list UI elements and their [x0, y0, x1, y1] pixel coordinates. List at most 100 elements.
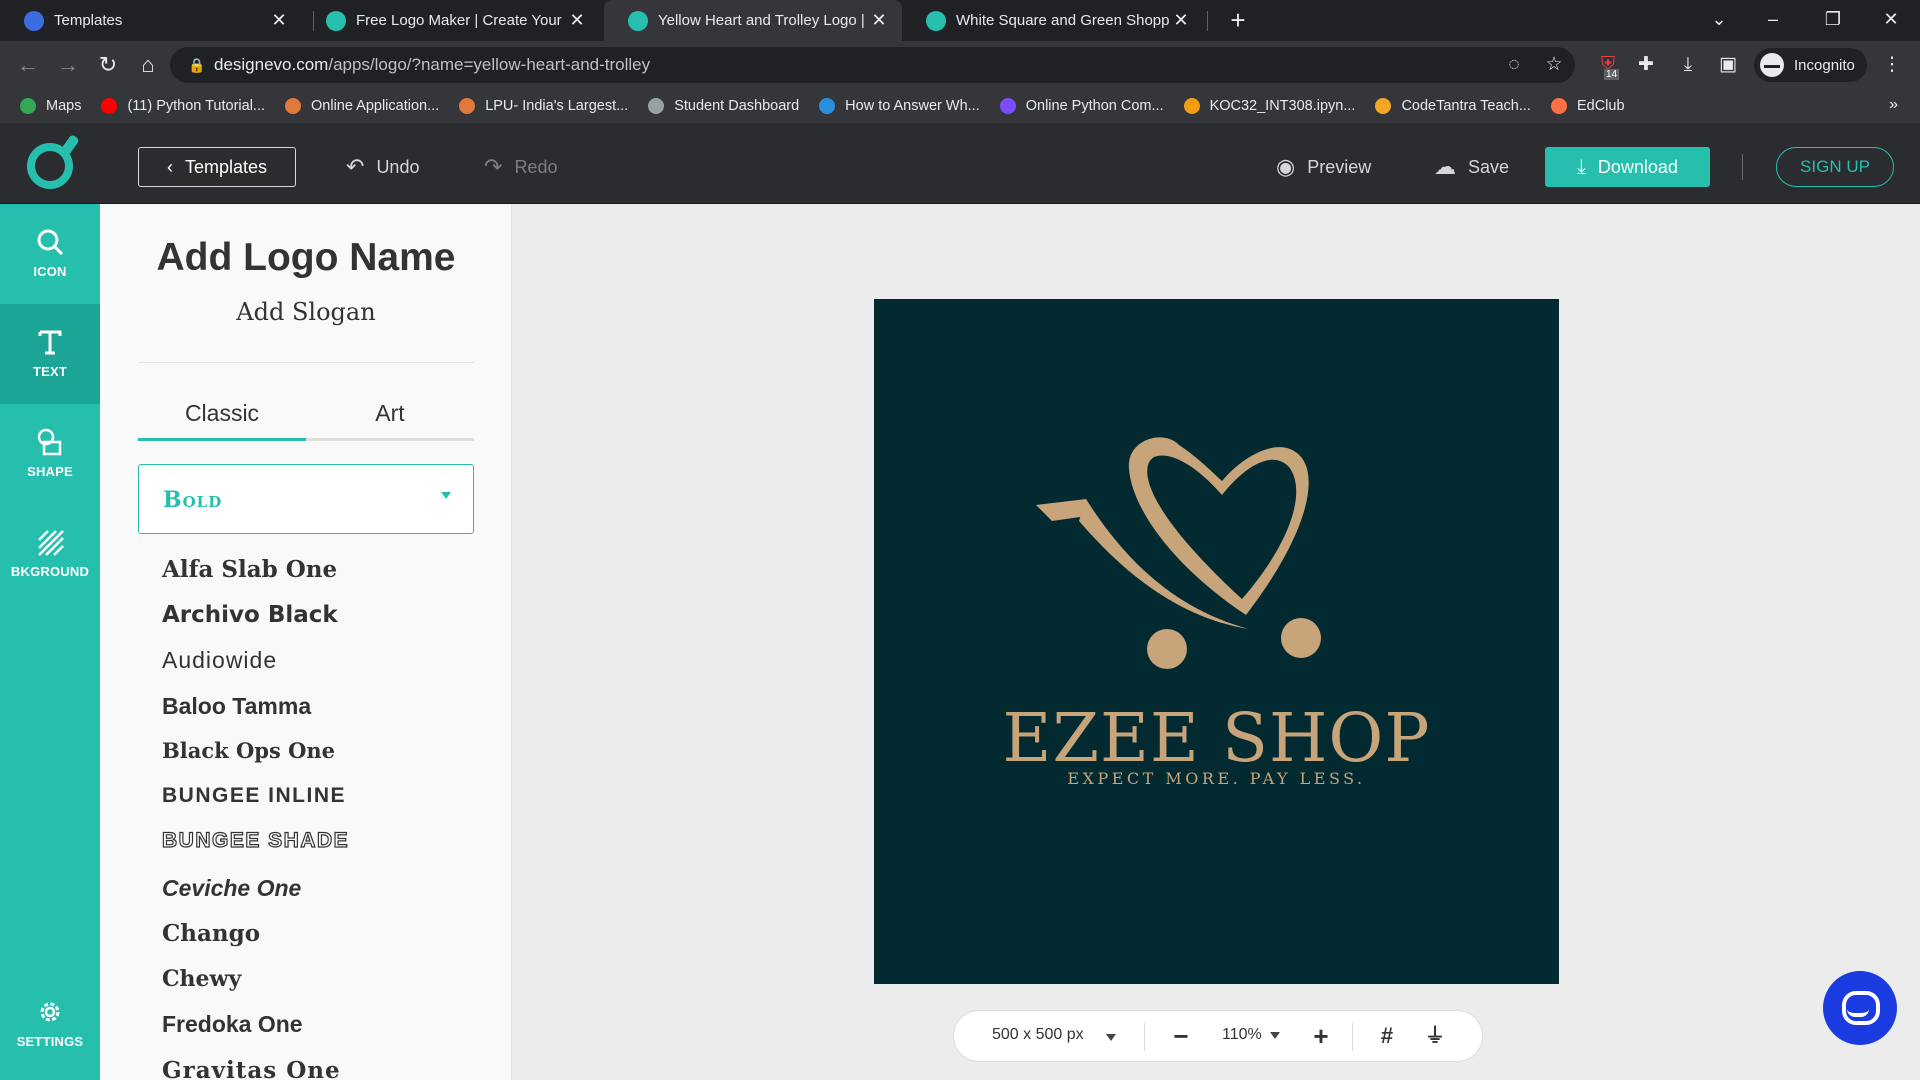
- bookmark-star-icon[interactable]: ☆: [1538, 49, 1570, 81]
- font-item[interactable]: Archivo Black: [162, 602, 349, 648]
- font-item[interactable]: Fredoka One: [162, 1011, 349, 1057]
- rail-item-icon[interactable]: ICON: [0, 204, 100, 304]
- more-bookmarks-chevron-icon[interactable]: »: [1889, 96, 1898, 114]
- restore-window-button[interactable]: ❐: [1806, 0, 1860, 41]
- download-icon[interactable]: ⤓: [1672, 49, 1704, 81]
- toolbar-divider: [1352, 1023, 1353, 1051]
- download-button[interactable]: ⤓ Download: [1545, 147, 1710, 187]
- side-panel-icon[interactable]: ▣: [1712, 49, 1744, 81]
- rail-label: BKGROUND: [10, 564, 90, 579]
- home-icon[interactable]: ⌂: [132, 49, 164, 81]
- browser-tab-white-square[interactable]: White Square and Green Shoppin ✕: [902, 0, 1204, 41]
- rail-label: SHAPE: [27, 464, 73, 479]
- templates-button[interactable]: ‹ Templates: [138, 147, 296, 187]
- edclub-icon: [1550, 98, 1567, 114]
- font-item[interactable]: Gravitas One: [162, 1057, 349, 1080]
- caret-down-icon: [441, 492, 451, 499]
- lpu-icon: [285, 98, 302, 114]
- tab-search-chevron-icon[interactable]: ⌄: [1692, 0, 1746, 41]
- browser-tab-templates[interactable]: Templates ✕: [0, 0, 302, 41]
- caret-down-icon[interactable]: [1270, 1032, 1280, 1039]
- preview-button[interactable]: ◉ Preview: [1276, 147, 1371, 187]
- align-center-icon[interactable]: ⏚: [1420, 1021, 1450, 1051]
- bookmark-item[interactable]: LPU- India's Largest...: [459, 98, 628, 114]
- rail-item-background[interactable]: BKGROUND: [0, 504, 100, 604]
- undo-button[interactable]: ↶ Undo: [346, 147, 419, 187]
- design-stage: EZEE SHOP EXPECT MORE. PAY LESS. 500 x 5…: [512, 204, 1920, 1080]
- tab-art[interactable]: Art: [306, 400, 474, 427]
- tab-classic[interactable]: Classic: [138, 400, 306, 427]
- close-tab-icon[interactable]: ✕: [1170, 10, 1192, 31]
- url-domain: designevo.com: [214, 55, 329, 74]
- rail-item-text[interactable]: TEXT: [0, 304, 100, 404]
- font-item[interactable]: BUNGEE INLINE: [162, 784, 349, 830]
- bookmark-item[interactable]: CodeTantra Teach...: [1375, 98, 1531, 114]
- incognito-icon: [1760, 53, 1784, 77]
- bookmark-item[interactable]: Maps: [20, 98, 81, 114]
- caret-down-icon[interactable]: [1106, 1034, 1116, 1041]
- signup-button[interactable]: SIGN UP: [1776, 147, 1894, 187]
- tab-title: Templates: [54, 12, 123, 29]
- bookmark-item[interactable]: (11) Python Tutorial...: [101, 98, 265, 114]
- logo-tagline-text[interactable]: EXPECT MORE. PAY LESS.: [874, 769, 1559, 788]
- new-tab-button[interactable]: +: [1222, 4, 1254, 36]
- font-item[interactable]: Ceviche One: [162, 875, 349, 921]
- reload-icon[interactable]: ↻: [92, 49, 124, 81]
- font-item[interactable]: Alfa Slab One: [162, 556, 349, 602]
- rail-item-settings[interactable]: SETTINGS: [0, 974, 100, 1074]
- tab-divider: [1207, 11, 1208, 31]
- lock-icon[interactable]: 🔒: [188, 57, 205, 73]
- chat-support-icon[interactable]: [1823, 971, 1897, 1045]
- globe-icon: [648, 98, 665, 114]
- incognito-profile-button[interactable]: Incognito: [1754, 48, 1867, 82]
- font-item[interactable]: Chewy: [162, 966, 349, 1012]
- font-list: Alfa Slab One Archivo Black Audiowide Ba…: [161, 556, 349, 1080]
- bookmark-item[interactable]: Online Application...: [285, 98, 439, 114]
- font-item[interactable]: Chango: [162, 920, 349, 966]
- extensions-puzzle-icon[interactable]: ✚: [1630, 49, 1662, 81]
- cloud-upload-icon: ☁: [1434, 154, 1456, 179]
- browser-tab-free-logo-maker[interactable]: Free Logo Maker | Create Your Lo ✕: [302, 0, 600, 41]
- rail-item-shape[interactable]: SHAPE: [0, 404, 100, 504]
- more-menu-icon[interactable]: ⋮: [1876, 49, 1908, 81]
- bookmark-label: (11) Python Tutorial...: [127, 98, 266, 114]
- eye-slash-icon[interactable]: ◌: [1498, 49, 1530, 81]
- bookmark-item[interactable]: How to Answer Wh...: [819, 98, 980, 114]
- font-item[interactable]: Black Ops One: [162, 738, 349, 784]
- font-item[interactable]: Audiowide: [162, 647, 349, 693]
- add-logo-name-text[interactable]: Add Logo Name: [100, 236, 511, 280]
- bookmark-item[interactable]: Student Dashboard: [648, 98, 799, 114]
- background-icon: [38, 530, 64, 556]
- logo-canvas[interactable]: EZEE SHOP EXPECT MORE. PAY LESS.: [874, 299, 1559, 984]
- grid-icon[interactable]: #: [1372, 1021, 1402, 1051]
- back-arrow-icon[interactable]: ←: [12, 49, 44, 81]
- minimize-window-button[interactable]: –: [1746, 0, 1800, 41]
- bookmark-item[interactable]: EdClub: [1550, 98, 1625, 114]
- zoom-in-button[interactable]: +: [1306, 1021, 1336, 1051]
- save-button[interactable]: ☁ Save: [1434, 147, 1509, 187]
- close-tab-icon[interactable]: ✕: [566, 10, 588, 31]
- search-icon: [37, 229, 64, 256]
- font-item[interactable]: Baloo Tamma: [162, 693, 349, 739]
- address-bar[interactable]: 🔒 designevo.com/apps/logo/?name=yellow-h…: [170, 47, 1575, 83]
- heart-trolley-icon[interactable]: [874, 299, 1559, 984]
- browser-tab-yellow-heart[interactable]: Yellow Heart and Trolley Logo | D ✕: [604, 0, 902, 41]
- bookmark-item[interactable]: KOC32_INT308.ipyn...: [1183, 98, 1355, 114]
- close-tab-icon[interactable]: ✕: [868, 10, 890, 31]
- add-slogan-text[interactable]: Add Slogan: [100, 298, 511, 326]
- font-item[interactable]: BUNGEE SHADE: [161, 828, 349, 875]
- logo-brand-text[interactable]: EZEE SHOP: [874, 699, 1559, 777]
- canva-favicon-icon: [24, 10, 44, 31]
- close-window-button[interactable]: ✕: [1864, 0, 1918, 41]
- redo-button[interactable]: ↷ Redo: [484, 147, 557, 187]
- bookmark-item[interactable]: Online Python Com...: [999, 98, 1164, 114]
- designevo-favicon-icon: [926, 10, 946, 31]
- designevo-logo[interactable]: [27, 143, 73, 189]
- canvas-size-select[interactable]: 500 x 500 px: [992, 1026, 1084, 1044]
- forward-arrow-icon[interactable]: →: [52, 49, 84, 81]
- close-tab-icon[interactable]: ✕: [268, 10, 290, 31]
- font-category-dropdown[interactable]: Bold: [138, 464, 474, 534]
- zoom-out-button[interactable]: −: [1166, 1021, 1196, 1051]
- tab-selected-indicator: [138, 438, 306, 441]
- zoom-level-select[interactable]: 110%: [1222, 1026, 1262, 1044]
